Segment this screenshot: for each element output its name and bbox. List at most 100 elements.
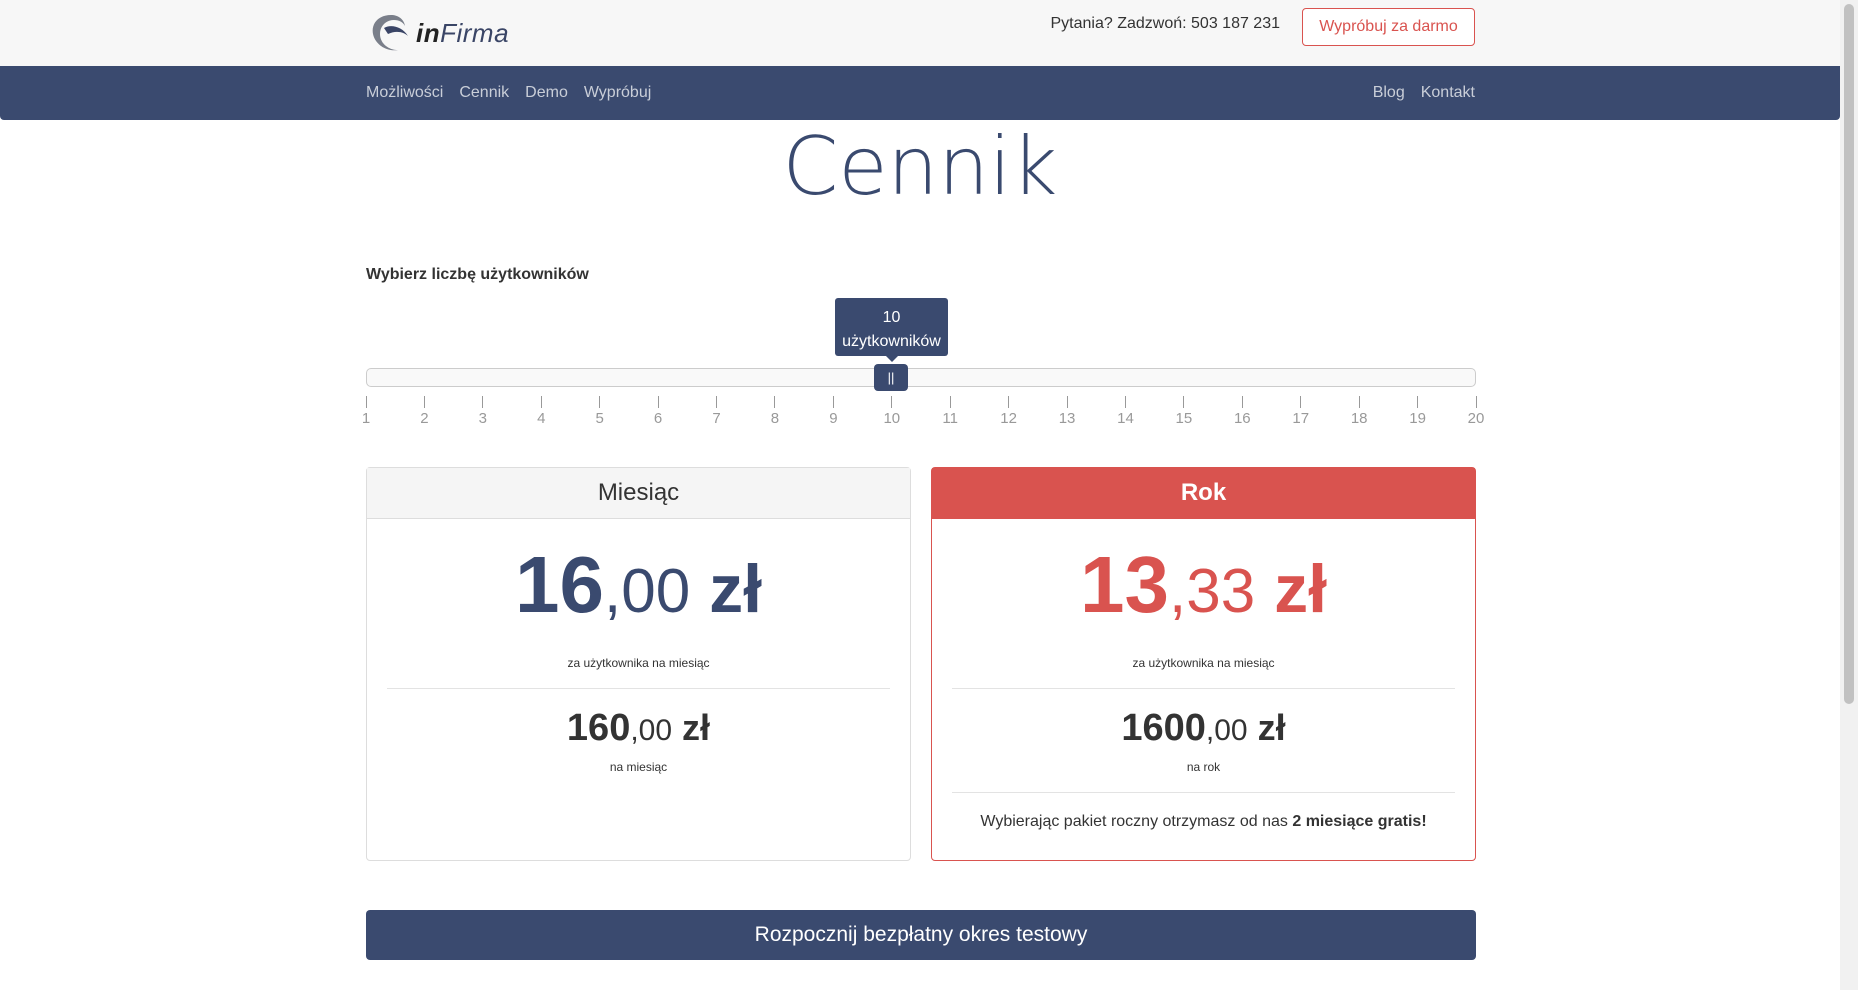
slider-tick: 15 — [1169, 396, 1199, 427]
slider-tick-label: 3 — [478, 410, 487, 427]
slider-tooltip-number: 10 — [882, 309, 901, 326]
slider-tick: 3 — [468, 396, 498, 427]
slider-tick: 20 — [1461, 396, 1491, 427]
slider-tick: 10 — [877, 396, 907, 427]
slider-tick-mark — [1124, 396, 1126, 408]
slider-tick-label: 2 — [420, 410, 429, 427]
divider — [387, 688, 890, 689]
yearly-plan-title: Rok — [932, 468, 1475, 519]
slider-tick: 8 — [760, 396, 790, 427]
slider-tick-label: 12 — [1000, 410, 1017, 427]
logo[interactable]: inFirma — [368, 8, 509, 58]
nav-item-demo[interactable]: Demo — [525, 84, 568, 102]
page-title: Cennik — [782, 120, 1058, 213]
slider-tick-label: 14 — [1117, 410, 1134, 427]
phone-info: Pytania? Zadzwoń: 503 187 231 — [1050, 15, 1281, 32]
page: inFirma Pytania? Zadzwoń: 503 187 231 Wy… — [0, 0, 1858, 990]
slider-tick: 9 — [818, 396, 848, 427]
slider-tick-mark — [482, 396, 484, 408]
slider-tick-mark — [540, 396, 542, 408]
yearly-total-price: 1600,00 zł — [1121, 707, 1286, 749]
top-bar: inFirma Pytania? Zadzwoń: 503 187 231 Wy… — [0, 0, 1840, 66]
slider-tick-label: 8 — [770, 410, 780, 427]
yearly-total-caption: na rok — [1186, 760, 1221, 774]
nav-item-contact[interactable]: Kontakt — [1421, 84, 1475, 102]
slider-tick: 14 — [1110, 396, 1140, 427]
yearly-plan-panel[interactable]: Rok 13,33 zł za użytkownika na miesiąc 1… — [931, 467, 1476, 861]
slider-tick-mark — [1300, 396, 1302, 408]
nav-item-blog[interactable]: Blog — [1373, 84, 1405, 102]
yearly-unit-price: 13,33 zł — [1080, 540, 1327, 629]
yearly-promo-highlight: 2 miesiące gratis! — [1292, 813, 1427, 830]
logo-swoosh-icon — [372, 15, 408, 51]
slider-tick: 5 — [585, 396, 615, 427]
slider-tick-mark — [832, 396, 834, 408]
slider-tick: 12 — [994, 396, 1024, 427]
slider-tick: 16 — [1227, 396, 1257, 427]
slider-tick: 6 — [643, 396, 673, 427]
nav-item-pricing[interactable]: Cennik — [459, 84, 509, 102]
slider-tick-label: 15 — [1175, 410, 1193, 427]
slider-tick-mark — [891, 396, 893, 408]
slider-tick: 11 — [935, 396, 965, 427]
slider-tick-mark — [599, 396, 601, 408]
monthly-unit-caption: za użytkownika na miesiąc — [567, 656, 710, 670]
nav-item-features[interactable]: Możliwości — [366, 84, 443, 102]
slider-tick-label: 6 — [653, 410, 663, 427]
monthly-total-price: 160,00 zł — [566, 707, 711, 749]
slider-tooltip-unit: użytkowników — [842, 333, 941, 350]
slider-tick: 1 — [351, 396, 381, 427]
nav-item-try[interactable]: Wypróbuj — [584, 84, 651, 102]
yearly-promo-text: Wybierając pakiet roczny otrzymasz od na… — [980, 813, 1427, 830]
slider-tooltip: 10 użytkowników — [835, 298, 948, 362]
slider-tick-mark — [1008, 396, 1010, 408]
slider-tick-label: 7 — [712, 410, 721, 427]
slider-tick-label: 18 — [1350, 410, 1368, 427]
slider-tick-label: 10 — [883, 410, 901, 427]
monthly-plan-panel[interactable]: Miesiąc 16,00 zł za użytkownika na miesi… — [366, 467, 911, 861]
divider — [952, 792, 1455, 793]
slider-tick-label: 11 — [942, 410, 958, 427]
slider-handle[interactable]: || — [874, 364, 908, 391]
slider-tick: 18 — [1344, 396, 1374, 427]
slider-tick-label: 20 — [1467, 410, 1485, 427]
slider-tick-mark — [949, 396, 951, 408]
slider-tick-label: 19 — [1409, 410, 1426, 427]
slider-tick-label: 5 — [595, 410, 604, 427]
try-free-button[interactable]: Wypróbuj za darmo — [1302, 8, 1475, 46]
slider-tick-mark — [1241, 396, 1243, 408]
slider-tick-mark — [365, 396, 367, 408]
slider-ticks: 1 2 3 4 5 6 7 8 9 10 11 12 13 14 15 16 17 18 19 20 — [0, 396, 1840, 436]
slider-tick-mark — [716, 396, 718, 408]
slider-tick-mark — [774, 396, 776, 408]
slider-tick-mark — [1475, 396, 1477, 408]
monthly-unit-price: 16,00 zł — [515, 540, 762, 629]
nav-left: Możliwości Cennik Demo Wypróbuj — [366, 66, 651, 120]
slider-tick: 7 — [702, 396, 732, 427]
yearly-unit-caption: za użytkownika na miesiąc — [1132, 656, 1275, 670]
divider — [952, 688, 1455, 689]
slider-tick-label: 16 — [1233, 410, 1251, 427]
logo-text: inFirma — [416, 17, 510, 48]
page-scrollbar[interactable] — [1840, 0, 1858, 990]
slider-tick-label: 1 — [361, 410, 371, 427]
slider-tick-mark — [1417, 396, 1419, 408]
slider-tick-mark — [423, 396, 425, 408]
slider-tick-label: 13 — [1058, 410, 1076, 427]
user-count-label: Wybierz liczbę użytkowników — [366, 266, 589, 283]
main-navbar: Możliwości Cennik Demo Wypróbuj Blog Kon… — [0, 66, 1840, 120]
slider-tick-mark — [1358, 396, 1360, 408]
slider-track[interactable] — [366, 368, 1476, 387]
slider-tick-mark — [1066, 396, 1068, 408]
slider-tick-label: 17 — [1292, 410, 1310, 427]
slider-tick: 13 — [1052, 396, 1082, 427]
scrollbar-thumb[interactable] — [1844, 4, 1854, 704]
slider-tick: 19 — [1403, 396, 1433, 427]
start-trial-button[interactable]: Rozpocznij bezpłatny okres testowy — [366, 910, 1476, 960]
slider-tick: 4 — [526, 396, 556, 427]
monthly-total-caption: na miesiąc — [609, 760, 668, 774]
monthly-plan-title: Miesiąc — [367, 468, 910, 519]
slider-tick: 2 — [409, 396, 439, 427]
slider-tick-label: 4 — [537, 410, 546, 427]
nav-right: Blog Kontakt — [1373, 66, 1475, 120]
